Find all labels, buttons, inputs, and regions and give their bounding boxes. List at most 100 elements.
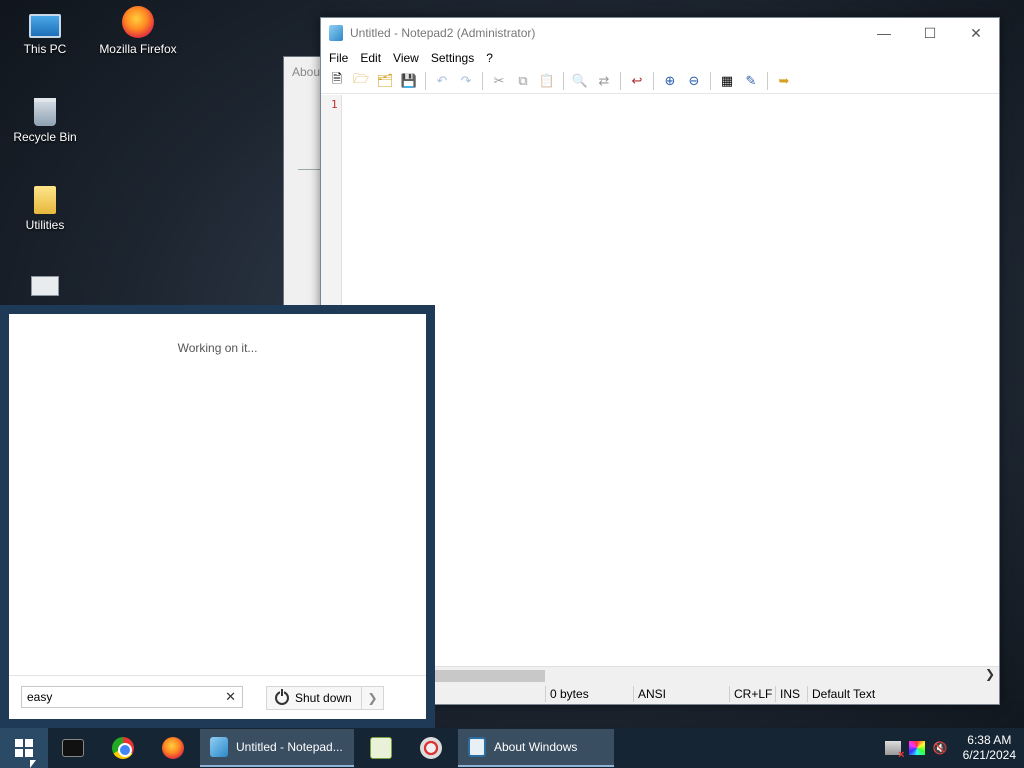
cut-button[interactable]: ✂: [488, 70, 510, 92]
cut-icon: ✂: [493, 72, 505, 88]
snipping-tool-icon: [420, 737, 442, 759]
find-button[interactable]: 🔍: [569, 70, 591, 92]
new-file-button[interactable]: 🗎: [326, 70, 348, 92]
taskbar: Untitled - Notepad... About Windows 🔇 6:…: [0, 728, 1024, 768]
toolbar-separator: [563, 71, 564, 90]
replace-icon: ⇄: [598, 72, 610, 88]
desktop-icon-label: Recycle Bin: [13, 130, 77, 144]
customize-schemes-button[interactable]: ✎: [740, 70, 762, 92]
color-settings-icon[interactable]: [908, 741, 925, 755]
menu-view[interactable]: View: [387, 51, 425, 65]
search-input[interactable]: [22, 687, 212, 707]
divider: [298, 169, 322, 170]
notepad-app-icon: [210, 737, 228, 757]
paste-icon: 📋: [538, 72, 556, 88]
taskbar-task-notepad[interactable]: Untitled - Notepad...: [200, 729, 354, 767]
firefox-icon: [162, 737, 184, 759]
status-mode: INS: [775, 686, 807, 702]
menu-file[interactable]: File: [323, 51, 354, 65]
close-button[interactable]: ✕: [953, 18, 999, 48]
notepad-app-icon: [329, 25, 343, 41]
desktop-icon-label: This PC: [23, 42, 67, 56]
status-encoding[interactable]: ANSI: [633, 686, 729, 702]
toolbar-separator: [653, 71, 654, 90]
desktop-icon-label: Utilities: [25, 218, 65, 232]
menu-help[interactable]: ?: [480, 51, 499, 65]
word-wrap-button[interactable]: ↩: [626, 70, 648, 92]
taskbar-cmd[interactable]: [48, 728, 98, 768]
start-button[interactable]: [0, 728, 48, 768]
exit-button[interactable]: ➥: [773, 70, 795, 92]
zoom-in-icon: ⊕: [664, 72, 676, 88]
zoom-out-icon: ⊖: [688, 72, 700, 88]
undo-button[interactable]: ↶: [431, 70, 453, 92]
toolbar-separator: [620, 71, 621, 90]
line-number: 1: [331, 98, 338, 111]
clear-search-icon[interactable]: ✕: [225, 689, 236, 705]
status-eol[interactable]: CR+LF: [729, 686, 775, 702]
paste-button[interactable]: 📋: [536, 70, 558, 92]
clock[interactable]: 6:38 AM 6/21/2024: [963, 733, 1016, 763]
status-scheme[interactable]: Default Text: [807, 686, 987, 702]
find-icon: 🔍: [571, 72, 589, 88]
desktop-icon-label: Mozilla Firefox: [99, 42, 177, 56]
desktop-icon-utilities[interactable]: Utilities: [0, 182, 90, 232]
start-menu-results: Working on it...: [9, 314, 426, 680]
power-icon: [275, 688, 289, 705]
desktop-icon-recycle-bin[interactable]: Recycle Bin: [0, 94, 90, 144]
system-tray: 🔇 6:38 AM 6/21/2024: [881, 728, 1024, 768]
clock-date: 6/21/2024: [962, 748, 1016, 762]
undo-icon: ↶: [436, 72, 448, 88]
windows-logo-icon: [15, 739, 33, 757]
scheme-button[interactable]: ▦: [716, 70, 738, 92]
menu-edit[interactable]: Edit: [354, 51, 387, 65]
taskbar-snipping-tool[interactable]: [406, 728, 456, 768]
volume-muted-icon[interactable]: 🔇: [933, 741, 949, 755]
taskbar-firefox[interactable]: [148, 728, 198, 768]
toolbar-separator: [425, 71, 426, 90]
control-panel-icon: [31, 276, 59, 296]
open-folder-icon: 🗁: [352, 70, 370, 86]
shutdown-label: Shut down: [295, 691, 352, 705]
open-button[interactable]: 🗁: [350, 70, 372, 92]
desktop-icon-this-pc[interactable]: This PC: [0, 8, 90, 56]
chart-app-icon: [370, 737, 392, 759]
search-box[interactable]: ✕: [21, 686, 243, 708]
toolbar: 🗎 🗁 🗂 💾 ↶ ↷ ✂ ⧉ 📋 🔍 ⇄ ↩ ⊕ ⊖ ▦ ✎ ➥: [321, 68, 999, 94]
shutdown-options-button[interactable]: ❯: [361, 687, 383, 709]
maximize-icon: ☐: [923, 24, 937, 41]
save-button[interactable]: 💾: [398, 70, 420, 92]
replace-button[interactable]: ⇄: [593, 70, 615, 92]
browse-button[interactable]: 🗂: [374, 70, 396, 92]
customize-schemes-icon: ✎: [745, 72, 757, 88]
taskbar-task-about-windows[interactable]: About Windows: [458, 729, 614, 767]
desktop-icon-settings[interactable]: [0, 268, 90, 300]
menu-settings[interactable]: Settings: [425, 51, 480, 65]
minimize-button[interactable]: —: [861, 18, 907, 48]
title-bar[interactable]: Untitled - Notepad2 (Administrator) — ☐ …: [321, 18, 999, 48]
desktop-icon-firefox[interactable]: Mozilla Firefox: [93, 6, 183, 56]
chrome-icon: [112, 737, 134, 759]
copy-button[interactable]: ⧉: [512, 70, 534, 92]
taskbar-chrome[interactable]: [98, 728, 148, 768]
shutdown-button[interactable]: Shut down ❯: [266, 686, 384, 710]
browse-icon: 🗂: [376, 72, 394, 88]
clock-time: 6:38 AM: [967, 733, 1012, 747]
word-wrap-icon: ↩: [631, 72, 643, 88]
new-file-icon: 🗎: [331, 70, 343, 86]
scheme-icon: ▦: [720, 72, 734, 88]
taskbar-chart-app[interactable]: [356, 728, 406, 768]
loading-status: Working on it...: [177, 341, 258, 355]
status-size: 0 bytes: [545, 686, 633, 702]
zoom-out-button[interactable]: ⊖: [683, 70, 705, 92]
zoom-in-button[interactable]: ⊕: [659, 70, 681, 92]
toolbar-separator: [767, 71, 768, 90]
network-disconnected-icon[interactable]: [884, 741, 905, 761]
redo-button[interactable]: ↷: [455, 70, 477, 92]
folder-icon: [34, 186, 56, 214]
start-menu-footer: ✕ Shut down ❯: [9, 675, 426, 719]
firefox-icon: [122, 6, 154, 38]
scroll-right-icon[interactable]: ❯: [985, 667, 995, 681]
task-label: Untitled - Notepad...: [236, 740, 343, 754]
maximize-button[interactable]: ☐: [907, 18, 953, 48]
